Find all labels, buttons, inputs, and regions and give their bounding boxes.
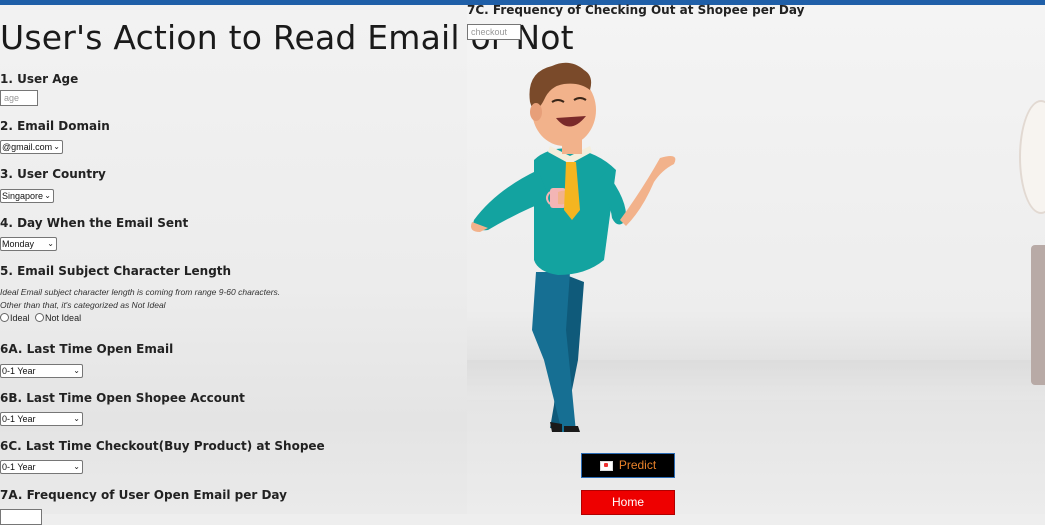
label-user-country: 3. User Country	[0, 167, 106, 181]
chevron-down-icon: ⌄	[73, 462, 80, 471]
last-open-shopee-select[interactable]: 0-1 Year ⌄	[0, 412, 83, 426]
label-email-domain: 2. Email Domain	[0, 119, 110, 133]
chevron-down-icon: ⌄	[73, 366, 80, 375]
user-country-select[interactable]: Singapore ⌄	[0, 189, 54, 203]
decor-vase	[1031, 245, 1045, 385]
radio-ideal-label: Ideal	[10, 313, 30, 323]
radio-not-ideal-label: Not Ideal	[45, 313, 82, 323]
predict-label: Predict	[618, 458, 657, 472]
user-country-value: Singapore	[2, 191, 44, 201]
last-checkout-value: 0-1 Year	[2, 462, 36, 472]
checkout-input[interactable]	[467, 24, 521, 40]
radio-ideal[interactable]	[0, 313, 9, 322]
label-user-age: 1. User Age	[0, 72, 79, 86]
chevron-down-icon: ⌄	[53, 142, 60, 151]
chevron-down-icon: ⌄	[47, 239, 54, 248]
label-subject-length: 5. Email Subject Character Length	[0, 264, 232, 278]
last-open-email-select[interactable]: 0-1 Year ⌄	[0, 364, 83, 378]
label-freq-checkout: 7C. Frequency of Checking Out at Shopee …	[467, 3, 805, 17]
day-sent-value: Monday	[2, 239, 35, 249]
chevron-down-icon: ⌄	[44, 191, 51, 200]
freq-open-email-input[interactable]	[0, 509, 42, 525]
home-button[interactable]: Home	[581, 490, 675, 515]
man-holding-cup-illustration	[471, 62, 676, 432]
last-checkout-select[interactable]: 0-1 Year ⌄	[0, 460, 83, 474]
email-domain-select[interactable]: @gmail.com ⌄	[0, 140, 63, 154]
subject-length-note-2: Other than that, it's categorized as Not…	[0, 300, 166, 310]
home-label: Home	[611, 495, 644, 509]
chevron-down-icon: ⌄	[73, 414, 80, 423]
day-sent-select[interactable]: Monday ⌄	[0, 237, 57, 251]
last-open-email-value: 0-1 Year	[2, 366, 36, 376]
label-freq-open-email: 7A. Frequency of User Open Email per Day	[0, 488, 287, 502]
subject-length-radio-group: Ideal Not Ideal	[0, 313, 81, 323]
predict-button[interactable]: Predict	[581, 453, 675, 478]
envelope-icon	[599, 460, 613, 471]
age-input[interactable]	[0, 90, 38, 106]
label-last-open-shopee: 6B. Last Time Open Shopee Account	[0, 391, 245, 405]
subject-length-note-1: Ideal Email subject character length is …	[0, 287, 281, 297]
label-last-checkout: 6C. Last Time Checkout(Buy Product) at S…	[0, 439, 325, 453]
radio-not-ideal[interactable]	[35, 313, 45, 322]
last-open-shopee-value: 0-1 Year	[2, 414, 36, 424]
label-last-open-email: 6A. Last Time Open Email	[0, 342, 174, 356]
email-domain-value: @gmail.com	[2, 142, 53, 152]
label-day-sent: 4. Day When the Email Sent	[0, 216, 189, 230]
